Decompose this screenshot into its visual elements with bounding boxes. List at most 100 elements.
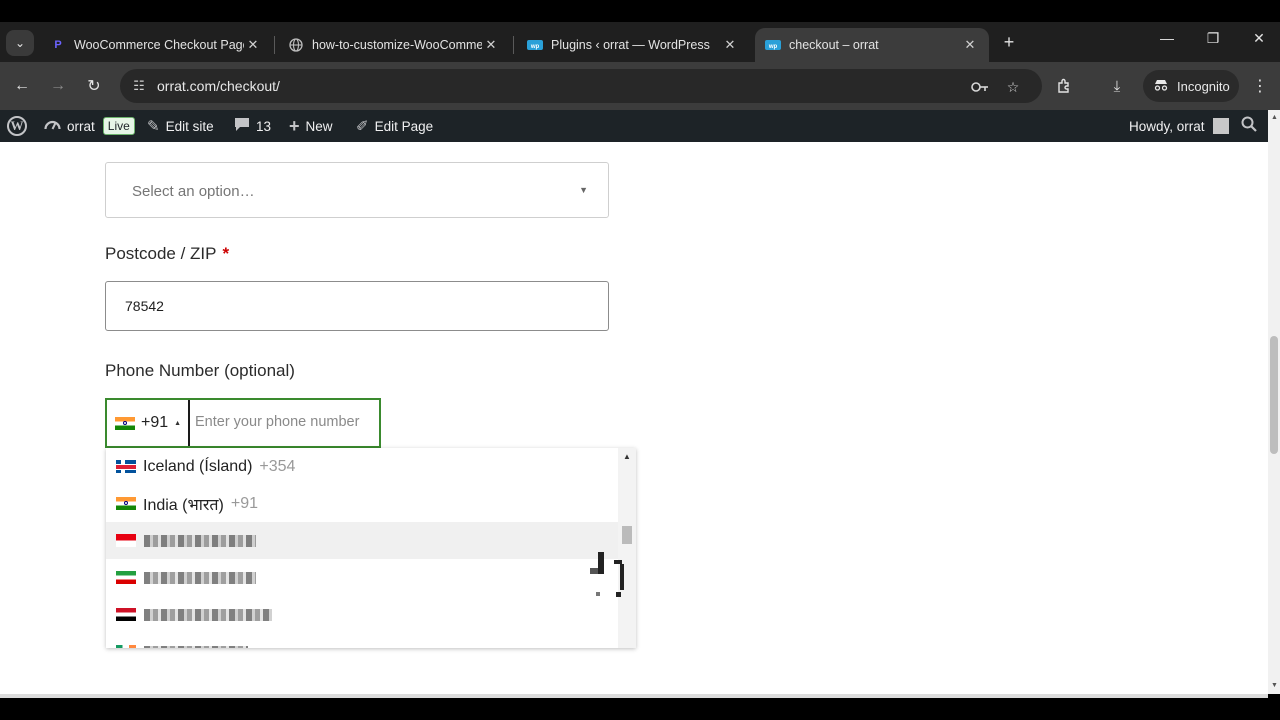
indonesia-flag-icon (116, 534, 136, 547)
comments-count: 13 (256, 118, 272, 134)
select-caret-icon: ▼ (579, 185, 588, 195)
browser-window: ⌄ P WooCommerce Checkout Page ✕ how-to-c… (0, 0, 1280, 720)
country-option-blurred[interactable] (106, 559, 618, 596)
globe-icon (288, 37, 304, 53)
mouse-cursor-icon (586, 552, 628, 602)
reload-icon[interactable]: ↻ (82, 74, 106, 98)
dial-code: +91 (141, 414, 169, 431)
country-option-blurred[interactable] (106, 633, 618, 648)
postcode-label: Postcode / ZIP * (105, 244, 229, 264)
howdy-text: Howdy, orrat (1129, 118, 1205, 134)
new-label: New (305, 118, 333, 134)
tab-plugins[interactable]: wp Plugins ‹ orrat — WordPress ✕ (517, 28, 749, 62)
edit-site-link[interactable]: ✎ Edit site (147, 110, 214, 142)
pixelated-text (144, 571, 256, 584)
iraq-flag-icon (116, 608, 136, 621)
extensions-icon[interactable] (1052, 74, 1076, 98)
close-window-icon[interactable]: ✕ (1244, 30, 1274, 47)
scroll-up-icon[interactable]: ▲ (623, 452, 631, 461)
iceland-flag-icon (116, 460, 136, 473)
country-dial-code: +91 (230, 494, 258, 512)
bookmark-star-icon[interactable]: ☆ (1003, 77, 1023, 97)
bottom-bar (0, 694, 1280, 720)
country-dial-code: +354 (259, 457, 296, 475)
minimize-icon[interactable]: — (1152, 30, 1182, 46)
key-icon[interactable] (970, 77, 990, 97)
tab-strip: ⌄ P WooCommerce Checkout Page ✕ how-to-c… (0, 22, 1280, 62)
new-content-link[interactable]: + New (289, 110, 333, 142)
plus-icon: + (289, 115, 300, 136)
close-tab-icon[interactable]: ✕ (482, 37, 500, 53)
back-icon[interactable]: ← (10, 74, 34, 98)
url-text[interactable]: orrat.com/checkout/ (157, 78, 280, 94)
scroll-up-icon[interactable]: ▲ (1271, 114, 1278, 121)
restore-icon[interactable]: ❐ (1198, 30, 1228, 47)
country-option-blurred[interactable] (106, 522, 618, 559)
browser-menu-icon[interactable]: ⋮ (1250, 74, 1270, 98)
my-account-link[interactable]: Howdy, orrat (1129, 110, 1229, 142)
phone-field: +91 ▲ Enter your phone number (105, 398, 381, 448)
dropdown-scrollbar-thumb[interactable] (622, 526, 632, 544)
scroll-down-icon[interactable]: ▼ (1271, 682, 1278, 689)
close-tab-icon[interactable]: ✕ (961, 37, 979, 53)
edit-page-label: Edit Page (374, 118, 434, 134)
dropdown-scrollbar[interactable]: ▲ (618, 448, 636, 648)
pixelated-text (144, 645, 248, 648)
site-name: orrat (67, 118, 95, 134)
admin-search-button[interactable] (1241, 110, 1257, 142)
country-code-selector[interactable]: +91 ▲ (107, 400, 190, 446)
checkout-page: Select an option… ▼ Postcode / ZIP * 7854… (0, 142, 1268, 694)
address-bar[interactable]: ☷ orrat.com/checkout/ ☆ (120, 69, 1042, 103)
india-flag-icon (116, 497, 136, 510)
pencil-icon: ✐ (356, 118, 369, 135)
caret-up-icon: ▲ (174, 419, 182, 427)
comments-link[interactable]: 13 (234, 110, 271, 142)
tab-title: checkout – orrat (789, 38, 879, 52)
state-select[interactable]: Select an option… ▼ (105, 162, 609, 218)
phone-input[interactable]: Enter your phone number (195, 414, 359, 430)
wp-admin-bar: W orrat Live ✎ Edit site 13 + New ✐ Edit… (0, 110, 1268, 142)
wordpress-logo-button[interactable]: W (7, 110, 27, 142)
edit-site-label: Edit site (165, 118, 214, 134)
new-tab-button[interactable]: + (998, 32, 1020, 53)
country-name: India (भारत) (143, 496, 224, 514)
tab-how-to-customize[interactable]: how-to-customize-WooCommerce ✕ (278, 28, 510, 62)
phone-label: Phone Number (optional) (105, 361, 295, 380)
wordpress-logo-icon: W (7, 116, 27, 136)
tab-search-button[interactable]: ⌄ (6, 30, 34, 56)
site-name-link[interactable]: orrat Live (44, 110, 135, 142)
ireland-flag-icon (116, 645, 136, 648)
wordpress-favicon-icon: wp (527, 37, 543, 53)
avatar (1212, 118, 1229, 134)
site-info-icon[interactable]: ☷ (130, 77, 148, 95)
country-dropdown-list: Iceland (Ísland) +354 India (भारत) +91 ▲ (106, 448, 636, 648)
country-option-blurred[interactable] (106, 596, 618, 633)
page-scrollbar-thumb[interactable] (1270, 336, 1278, 454)
download-icon[interactable]: ⤓ (1105, 74, 1129, 98)
search-icon (1241, 116, 1257, 136)
incognito-button[interactable]: Incognito (1143, 70, 1239, 102)
close-tab-icon[interactable]: ✕ (244, 37, 262, 53)
iran-flag-icon (116, 571, 136, 584)
india-flag-icon (115, 416, 135, 430)
country-option-india[interactable]: India (भारत) +91 (106, 485, 618, 522)
live-badge: Live (102, 117, 135, 135)
close-tab-icon[interactable]: ✕ (721, 37, 739, 53)
edit-page-link[interactable]: ✐ Edit Page (356, 110, 433, 142)
comment-bubble-icon (234, 117, 250, 136)
browser-toolbar: ← → ↻ ☷ orrat.com/checkout/ ☆ ⤓ Incognit… (0, 62, 1280, 110)
pixelated-text (144, 534, 256, 547)
tab-checkout[interactable]: wp checkout – orrat ✕ (755, 28, 989, 62)
country-option-iceland[interactable]: Iceland (Ísland) +354 (106, 448, 618, 485)
tab-woocommerce-checkout[interactable]: P WooCommerce Checkout Page ✕ (40, 28, 272, 62)
tab-title: WooCommerce Checkout Page (74, 38, 244, 52)
paypal-favicon-icon: P (54, 39, 62, 51)
tab-title: how-to-customize-WooCommerce (312, 38, 482, 52)
forward-icon[interactable]: → (46, 74, 70, 98)
tab-title: Plugins ‹ orrat — WordPress (551, 38, 710, 52)
page-scrollbar[interactable]: ▲ ▼ (1268, 110, 1280, 694)
postcode-input[interactable]: 78542 (105, 281, 609, 331)
state-select-placeholder: Select an option… (132, 183, 255, 200)
incognito-label: Incognito (1177, 78, 1230, 94)
wordpress-favicon-icon: wp (765, 37, 781, 53)
